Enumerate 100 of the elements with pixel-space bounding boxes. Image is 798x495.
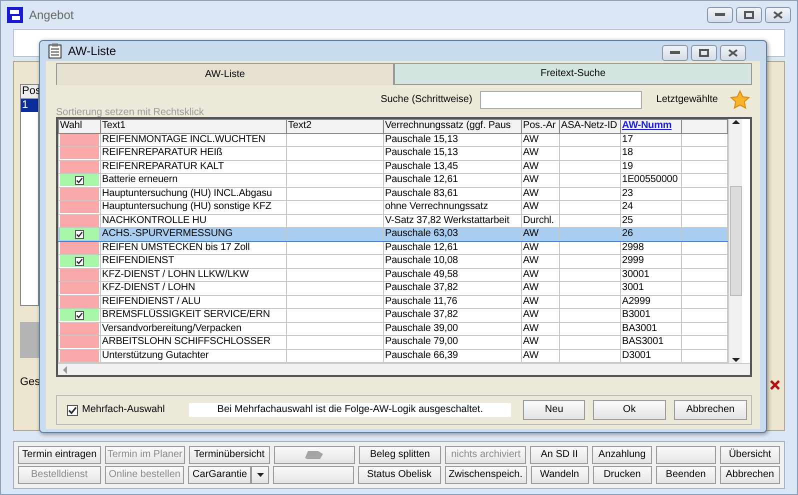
- scroll-left-icon[interactable]: [62, 366, 68, 374]
- column-header[interactable]: ASA-Netz-ID: [560, 120, 620, 133]
- table-row[interactable]: KFZ-DIENST / LOHN LLKW/LKW Pauschale 49,58 AW 30001: [58, 268, 728, 282]
- toolbar-button[interactable]: Beleg splitten: [358, 446, 442, 464]
- table-cell: 19: [620, 160, 682, 174]
- close-icon: [728, 49, 738, 57]
- table-cell: AW: [522, 200, 560, 214]
- table-row[interactable]: REIFENMONTAGE INCL.WUCHTEN Pauschale 15,13 AW 17: [58, 133, 728, 146]
- selection-checkbox[interactable]: [60, 160, 99, 173]
- toolbar-button[interactable]: Abbrechen: [720, 466, 780, 484]
- selection-checkbox[interactable]: [60, 309, 99, 322]
- table-row[interactable]: Hauptuntersuchung (HU) sonstige KFZ ohne Verrechnungssatz AW 24: [58, 200, 728, 214]
- selection-checkbox[interactable]: [60, 282, 99, 294]
- toolbar-button[interactable]: Wandeln: [530, 466, 589, 484]
- maximize-button[interactable]: [691, 45, 717, 61]
- table-cell: KFZ-DIENST / LOHN: [100, 282, 286, 295]
- blank-button[interactable]: [656, 446, 716, 464]
- horizontal-scrollbar[interactable]: [58, 363, 750, 375]
- table-cell: BA3001: [620, 322, 682, 336]
- toolbar-button[interactable]: Termin eintragen: [18, 446, 101, 464]
- cancel-button[interactable]: Abbrechen: [674, 400, 747, 420]
- window-title: Angebot: [29, 8, 74, 22]
- selection-checkbox[interactable]: [60, 147, 99, 160]
- table-cell: AW: [522, 254, 560, 268]
- table-row[interactable]: Versandvorbereitung/Verpacken Pauschale 39,00 AW BA3001: [58, 322, 728, 336]
- ok-button[interactable]: Ok: [592, 400, 666, 420]
- selection-checkbox[interactable]: [60, 255, 99, 268]
- selection-checkbox[interactable]: [60, 134, 99, 146]
- selection-checkbox[interactable]: [60, 188, 99, 200]
- table-cell: Pauschale 15,13: [384, 146, 522, 160]
- table-cell: AW: [522, 133, 560, 146]
- table-row[interactable]: REIFEN UMSTECKEN bis 17 Zoll Pauschale 12,61 AW 2998: [58, 241, 728, 254]
- cargarantie-button[interactable]: CarGarantie: [188, 466, 252, 484]
- toolbar-button[interactable]: Status Obelisk: [358, 466, 441, 484]
- table-cell: 1E00550000: [620, 174, 682, 187]
- selection-checkbox[interactable]: [60, 174, 99, 186]
- selection-checkbox[interactable]: [60, 214, 99, 227]
- caret-icon: [256, 473, 264, 477]
- selection-checkbox[interactable]: [60, 350, 99, 362]
- close-button[interactable]: [765, 7, 791, 23]
- table-cell: 18: [620, 146, 682, 160]
- toolbar-button[interactable]: Anzahlung: [592, 446, 652, 464]
- smudge-icon: [303, 450, 326, 460]
- column-header[interactable]: Verrechnungssatz (ggf. Paus: [384, 120, 522, 133]
- sort-hint: Sortierung setzen mit Rechtsklick: [56, 107, 205, 119]
- minimize-button[interactable]: [662, 45, 688, 61]
- table-row[interactable]: ARBEITSLOHN SCHIFFSCHLOSSER Pauschale 79,00 AW BAS3001: [58, 336, 728, 349]
- toolbar-button[interactable]: An SD II: [530, 446, 588, 464]
- table-row[interactable]: REIFENREPARATUR KALT Pauschale 13,45 AW 19: [58, 160, 728, 174]
- new-button[interactable]: Neu: [523, 400, 585, 420]
- table-row[interactable]: REIFENDIENST / ALU Pauschale 11,76 AW A2999: [58, 295, 728, 308]
- maximize-button[interactable]: [736, 7, 762, 23]
- search-field[interactable]: [480, 91, 642, 109]
- table-row[interactable]: REIFENDIENST Pauschale 10,08 AW 2999: [58, 254, 728, 268]
- column-header[interactable]: Text2: [286, 120, 384, 133]
- selection-checkbox[interactable]: [60, 296, 99, 308]
- selection-checkbox[interactable]: [60, 322, 99, 335]
- dropdown-button[interactable]: [251, 466, 270, 484]
- selection-checkbox[interactable]: [60, 242, 99, 254]
- vertical-scrollbar[interactable]: [728, 119, 742, 363]
- column-header[interactable]: Text1: [100, 120, 286, 133]
- table-row[interactable]: ACHS.-SPURVERMESSUNG Pauschale 63,03 AW 26: [58, 228, 728, 241]
- scroll-up-icon[interactable]: [732, 119, 740, 125]
- toolbar-button[interactable]: Beenden: [656, 466, 716, 484]
- table-row[interactable]: Hauptuntersuchung (HU) INCL.Abgasu Pauschale 83,61 AW 23: [58, 187, 728, 200]
- close-button[interactable]: [720, 45, 746, 61]
- dialog-title: AW-Liste: [68, 44, 116, 58]
- table-cell: ARBEITSLOHN SCHIFFSCHLOSSER: [100, 336, 286, 349]
- toolbar-button[interactable]: Terminübersicht: [188, 446, 270, 464]
- table-cell: ohne Verrechnungssatz: [384, 200, 522, 214]
- column-header[interactable]: AW-Numm: [620, 120, 682, 133]
- check-icon: [76, 176, 83, 185]
- toolbar-button[interactable]: Zwischenspeich.: [444, 466, 526, 484]
- column-header[interactable]: Pos.-Ar: [522, 120, 560, 133]
- table-row[interactable]: Batterie erneuern Pauschale 12,61 AW 1E00550000: [58, 174, 728, 187]
- minimize-button[interactable]: [707, 7, 733, 23]
- table-cell: REIFENDIENST / ALU: [100, 295, 286, 308]
- tab[interactable]: Freitext-Suche: [394, 63, 752, 85]
- table-cell: Pauschale 11,76: [384, 295, 522, 308]
- toolbar-button[interactable]: Drucken: [592, 466, 652, 484]
- maximize-icon: [744, 11, 754, 19]
- toolbar-button[interactable]: Übersicht: [720, 446, 780, 464]
- table-cell: Pauschale 49,58: [384, 268, 522, 282]
- column-header[interactable]: Wahl: [58, 120, 100, 133]
- tab[interactable]: AW-Liste: [56, 63, 394, 85]
- delete-icon[interactable]: [770, 380, 780, 390]
- table-row[interactable]: 1: [21, 99, 38, 112]
- table-row[interactable]: REIFENREPARATUR HEIß Pauschale 15,13 AW 18: [58, 146, 728, 160]
- table-row[interactable]: KFZ-DIENST / LOHN Pauschale 37,82 AW 3001: [58, 282, 728, 295]
- selection-checkbox[interactable]: [60, 268, 99, 281]
- star-icon[interactable]: [730, 90, 750, 110]
- table-cell: 26: [620, 228, 682, 241]
- table-cell: 2999: [620, 254, 682, 268]
- selection-checkbox[interactable]: [60, 201, 99, 214]
- table-cell: Pauschale 39,00: [384, 322, 522, 336]
- table-cell: 24: [620, 200, 682, 214]
- selection-checkbox[interactable]: [60, 336, 99, 348]
- table-cell: REIFENREPARATUR KALT: [100, 160, 286, 174]
- multi-select-checkbox[interactable]: Mehrfach-Auswahl: [67, 404, 165, 416]
- selection-checkbox[interactable]: [60, 228, 99, 240]
